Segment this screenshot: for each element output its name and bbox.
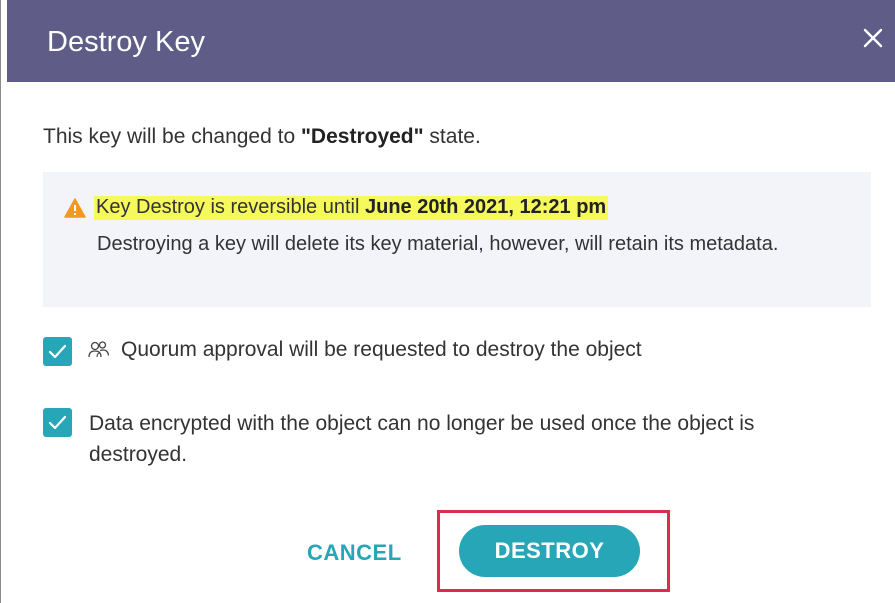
intro-prefix: This key will be changed to	[43, 125, 301, 148]
checkmark-icon	[48, 415, 67, 430]
quorum-approval-checkbox[interactable]	[43, 337, 72, 366]
data-encrypted-checkbox[interactable]	[43, 408, 72, 437]
warning-box: Key Destroy is reversible until June 20t…	[43, 172, 871, 307]
checkmark-icon	[48, 344, 67, 359]
warning-icon	[64, 198, 86, 218]
dialog-title: Destroy Key	[47, 26, 205, 58]
reversible-date: June 20th 2021, 12:21 pm	[364, 196, 607, 218]
quorum-group-icon	[87, 340, 111, 360]
intro-state: "Destroyed"	[300, 125, 424, 148]
destroy-key-dialog: Destroy Key This key will be changed to …	[0, 0, 895, 603]
destroy-button[interactable]: DESTROY	[459, 525, 640, 577]
intro-text: This key will be changed to "Destroyed" …	[43, 125, 481, 149]
warning-description: Destroying a key will delete its key mat…	[97, 233, 779, 255]
quorum-approval-label: Quorum approval will be requested to des…	[121, 338, 642, 361]
reversible-until-text: Key Destroy is reversible until June 20t…	[94, 196, 609, 220]
close-icon[interactable]	[856, 18, 890, 56]
intro-suffix: state.	[423, 125, 481, 148]
cancel-button[interactable]: CANCEL	[307, 540, 402, 566]
data-encrypted-label: Data encrypted with the object can no lo…	[89, 412, 755, 466]
dialog-header: Destroy Key	[7, 0, 895, 82]
reversible-prefix: Key Destroy is reversible until	[96, 196, 365, 218]
